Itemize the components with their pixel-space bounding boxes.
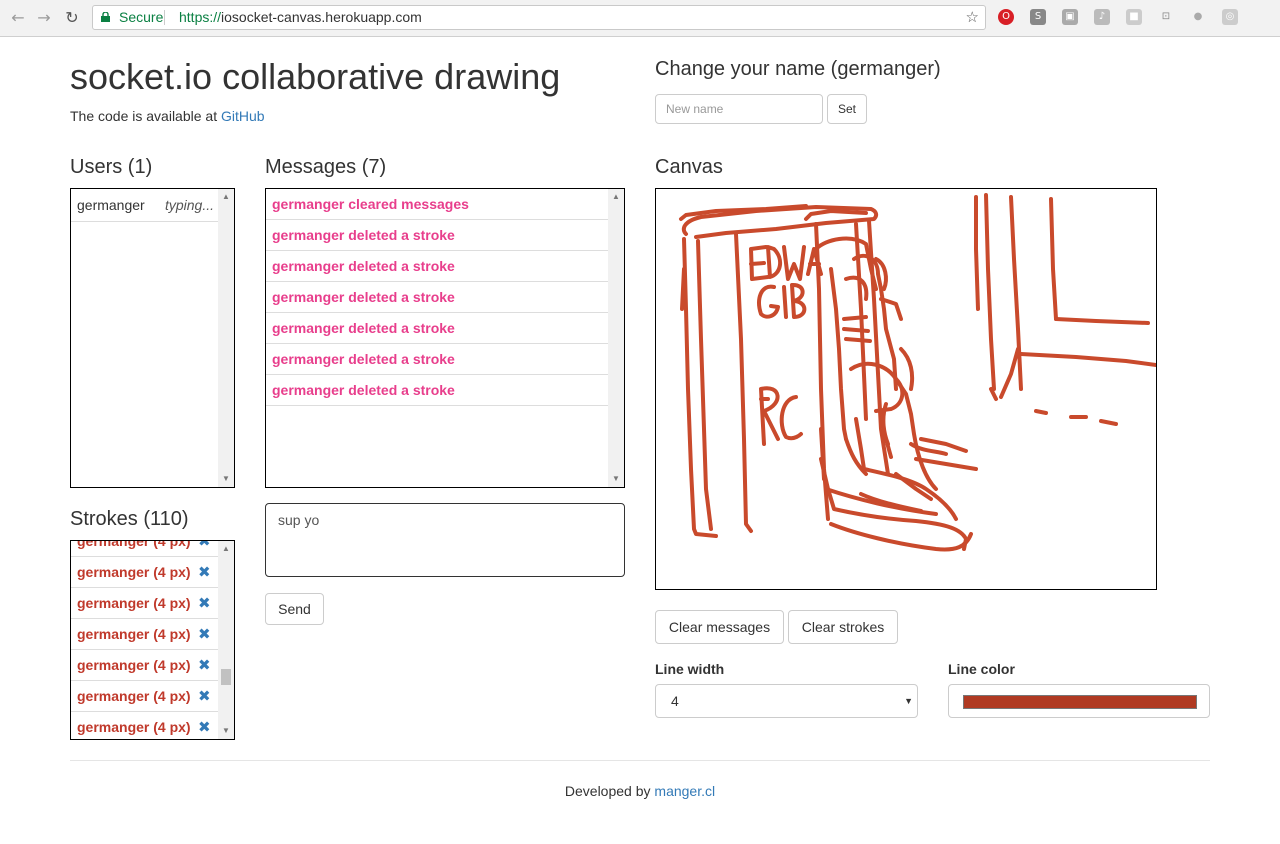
- stroke-item: germanger (4 px) ✖: [71, 557, 218, 588]
- message-textarea[interactable]: sup yo: [265, 503, 625, 577]
- cast-icon[interactable]: ⊡: [1158, 9, 1174, 25]
- delete-stroke-icon[interactable]: ✖: [198, 650, 211, 681]
- browser-toolbar: ← → ↻ Secure https://iosocket-canvas.her…: [0, 0, 1280, 37]
- scroll-down-icon[interactable]: ▼: [218, 723, 234, 739]
- address-separator: [164, 10, 165, 25]
- line-width-value: 4: [671, 693, 679, 709]
- delete-stroke-icon[interactable]: ✖: [198, 541, 211, 557]
- scroll-down-icon[interactable]: ▼: [218, 471, 234, 487]
- video-extension-icon[interactable]: ▣: [1062, 9, 1078, 25]
- stroke-item: germanger (4 px) ✖: [71, 712, 218, 739]
- stroke-item: germanger (4 px) ✖: [71, 619, 218, 650]
- users-list[interactable]: germanger typing... ▲ ▼: [70, 188, 235, 488]
- secure-label: Secure: [119, 9, 164, 25]
- strokes-list[interactable]: germanger (4 px) ✖ germanger (4 px) ✖ germ…: [70, 540, 235, 740]
- send-button[interactable]: Send: [265, 593, 324, 625]
- stroke-item: germanger (4 px) ✖: [71, 650, 218, 681]
- forward-icon[interactable]: →: [34, 8, 54, 28]
- github-link[interactable]: GitHub: [221, 108, 265, 124]
- volume-extension-icon[interactable]: ♪: [1094, 9, 1110, 25]
- delete-stroke-icon[interactable]: ✖: [198, 681, 211, 712]
- scroll-up-icon[interactable]: ▲: [218, 189, 234, 205]
- scroll-thumb[interactable]: [221, 669, 231, 685]
- set-name-button[interactable]: Set: [827, 94, 867, 124]
- message-item: germanger cleared messages: [266, 189, 608, 220]
- lock-icon: [101, 12, 110, 22]
- delete-stroke-icon[interactable]: ✖: [198, 619, 211, 650]
- user-row: germanger typing...: [71, 189, 218, 222]
- square-extension-icon[interactable]: ■: [1126, 9, 1142, 25]
- scroll-up-icon[interactable]: ▲: [218, 541, 234, 557]
- line-width-label: Line width: [655, 661, 725, 677]
- opera-extension-icon[interactable]: O: [998, 9, 1014, 25]
- messages-scrollbar[interactable]: ▲ ▼: [608, 189, 624, 487]
- messages-heading: Messages (7): [265, 156, 387, 178]
- scroll-up-icon[interactable]: ▲: [608, 189, 624, 205]
- users-scrollbar[interactable]: ▲ ▼: [218, 189, 234, 487]
- stroke-item: germanger (4 px) ✖: [71, 588, 218, 619]
- users-heading: Users (1): [70, 156, 153, 178]
- new-name-input[interactable]: New name: [655, 94, 823, 124]
- message-item: germanger deleted a stroke: [266, 220, 608, 251]
- user-status: typing...: [164, 197, 214, 213]
- footer-divider: [70, 760, 1210, 761]
- stroke-item: germanger (4 px) ✖: [71, 681, 218, 712]
- reload-icon[interactable]: ↻: [62, 8, 82, 28]
- bulb-extension-icon[interactable]: ●: [1190, 9, 1206, 25]
- messages-list[interactable]: germanger cleared messages germanger del…: [265, 188, 625, 488]
- delete-stroke-icon[interactable]: ✖: [198, 588, 211, 619]
- back-icon[interactable]: ←: [8, 8, 28, 28]
- color-swatch: [963, 695, 1197, 709]
- message-item: germanger deleted a stroke: [266, 313, 608, 344]
- bookmark-star-icon[interactable]: ☆: [966, 6, 979, 29]
- scroll-down-icon[interactable]: ▼: [608, 471, 624, 487]
- camera-extension-icon[interactable]: ◎: [1222, 9, 1238, 25]
- delete-stroke-icon[interactable]: ✖: [198, 557, 211, 588]
- footer: Developed by manger.cl: [564, 783, 716, 799]
- stroke-item: germanger (4 px) ✖: [71, 541, 218, 557]
- delete-stroke-icon[interactable]: ✖: [198, 712, 211, 739]
- page-title: socket.io collaborative drawing: [70, 56, 561, 97]
- drawing-strokes: [679, 193, 1158, 552]
- drawing-canvas[interactable]: [655, 188, 1158, 590]
- message-item: germanger deleted a stroke: [266, 282, 608, 313]
- strokes-scrollbar[interactable]: ▲ ▼: [218, 541, 234, 739]
- chevron-down-icon: ▼: [904, 696, 913, 706]
- message-item: germanger deleted a stroke: [266, 375, 608, 406]
- line-color-picker[interactable]: [948, 684, 1210, 718]
- footer-link[interactable]: manger.cl: [654, 783, 715, 799]
- canvas-heading: Canvas: [655, 156, 723, 178]
- line-width-select[interactable]: 4 ▼: [655, 684, 918, 718]
- s-extension-icon[interactable]: S: [1030, 9, 1046, 25]
- strokes-heading: Strokes (110): [70, 508, 189, 530]
- clear-strokes-button[interactable]: Clear strokes: [788, 610, 898, 644]
- code-availability-text: The code is available at GitHub: [70, 108, 265, 124]
- line-color-label: Line color: [948, 661, 1015, 677]
- messages-container: germanger cleared messages germanger del…: [266, 189, 624, 406]
- address-bar[interactable]: Secure https://iosocket-canvas.herokuapp…: [92, 5, 986, 30]
- message-item: germanger deleted a stroke: [266, 251, 608, 282]
- change-name-heading: Change your name (germanger): [655, 58, 941, 80]
- clear-messages-button[interactable]: Clear messages: [655, 610, 784, 644]
- user-name: germanger: [77, 197, 145, 213]
- url-text: https://iosocket-canvas.herokuapp.com: [179, 9, 422, 25]
- message-item: germanger deleted a stroke: [266, 344, 608, 375]
